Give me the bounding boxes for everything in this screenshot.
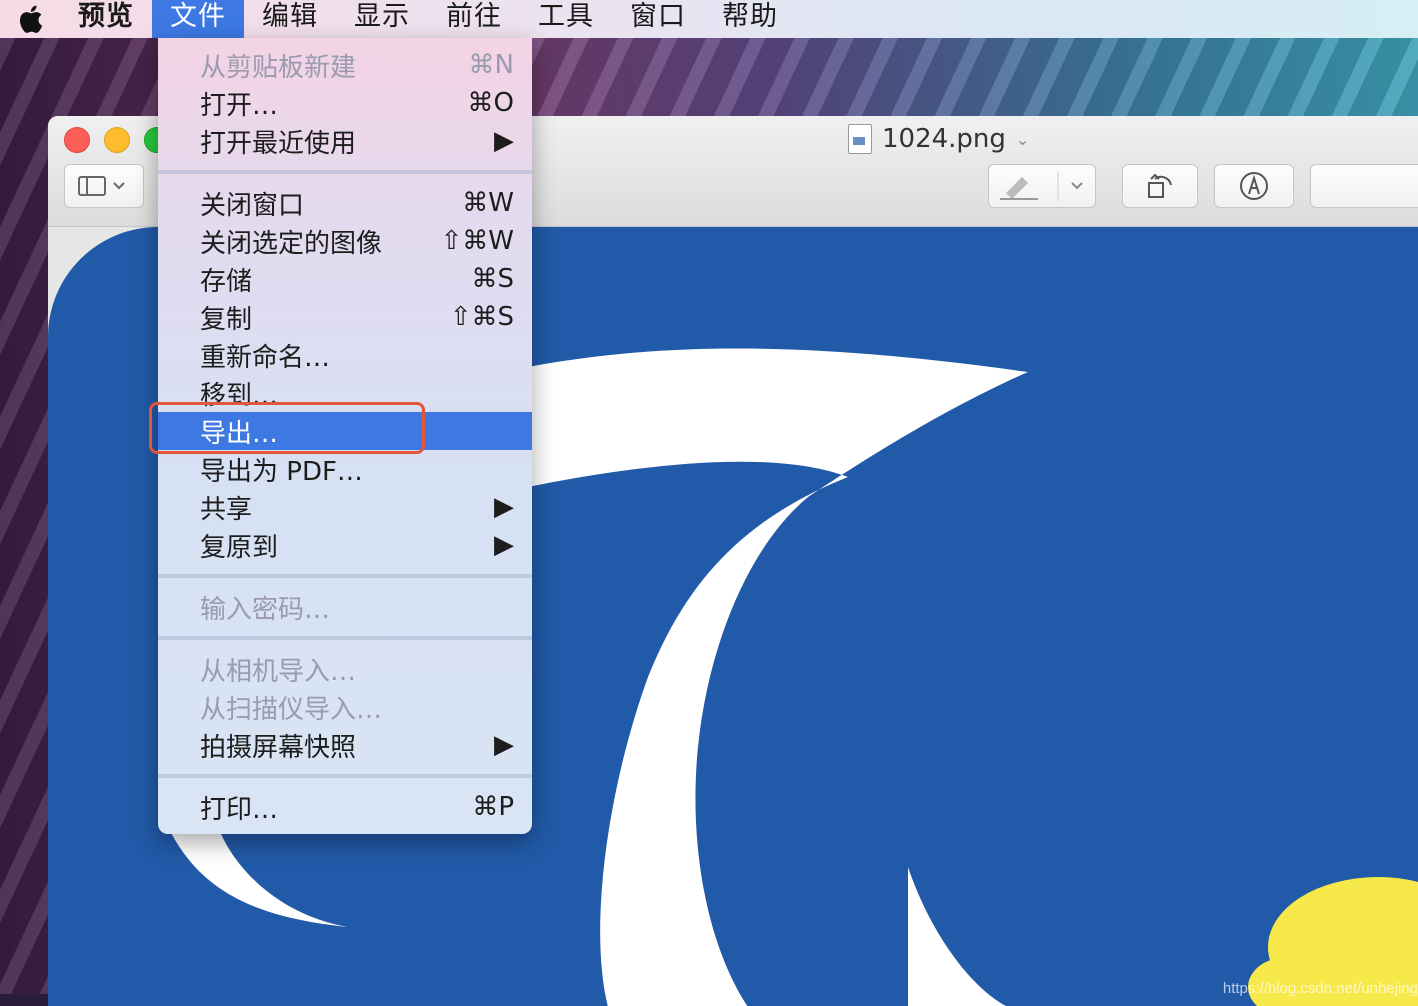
menu-item-shortcut: ⌘N	[468, 50, 514, 80]
sidebar-toggle-button[interactable]	[64, 164, 144, 208]
highlighter-icon	[1000, 171, 1083, 201]
menu-item-close-selected-images[interactable]: 关闭选定的图像 ⇧⌘W	[158, 222, 532, 260]
menu-separator	[158, 170, 532, 174]
menu-item-import-from-camera: 从相机导入…	[158, 650, 532, 688]
menu-window[interactable]: 窗口	[612, 0, 704, 38]
menu-item-rename[interactable]: 重新命名…	[158, 336, 532, 374]
submenu-arrow-icon: ▶	[494, 730, 514, 760]
search-field-partial[interactable]	[1310, 164, 1418, 208]
document-title-text: 1024.png	[882, 124, 1006, 154]
menu-item-label: 从剪贴板新建	[200, 52, 357, 83]
menu-item-label: 从相机导入…	[200, 656, 357, 687]
menu-bar: 预览 文件 编辑 显示 前往 工具 窗口 帮助	[0, 0, 1418, 38]
menu-go[interactable]: 前往	[428, 0, 520, 38]
menu-item-revert-to[interactable]: 复原到 ▶	[158, 526, 532, 564]
menu-item-label: 从扫描仪导入…	[200, 694, 383, 725]
submenu-arrow-icon: ▶	[494, 126, 514, 156]
menu-item-label: 重新命名…	[200, 342, 331, 373]
menu-item-label: 复原到	[200, 532, 279, 563]
menu-item-open-recent[interactable]: 打开最近使用 ▶	[158, 122, 532, 160]
menu-item-shortcut: ⇧⌘W	[440, 226, 515, 256]
menu-edit[interactable]: 编辑	[244, 0, 336, 38]
close-window-button[interactable]	[64, 127, 90, 153]
menu-item-label: 复制	[200, 304, 253, 335]
rotate-icon	[1148, 173, 1172, 198]
menu-separator	[158, 574, 532, 578]
menu-item-import-from-scanner: 从扫描仪导入…	[158, 688, 532, 726]
menu-item-open[interactable]: 打开… ⌘O	[158, 84, 532, 122]
menu-item-close-window[interactable]: 关闭窗口 ⌘W	[158, 184, 532, 222]
document-icon	[848, 124, 872, 154]
menu-tools[interactable]: 工具	[520, 0, 612, 38]
menu-item-label: 打开最近使用	[200, 128, 357, 159]
rotate-button[interactable]	[1122, 164, 1198, 208]
menu-item-shortcut: ⌘O	[467, 88, 514, 118]
minimize-window-button[interactable]	[104, 127, 130, 153]
watermark-text: https://blog.csdn.net/unhejing	[1222, 980, 1418, 997]
document-title[interactable]: 1024.png ⌄	[848, 122, 1029, 156]
menu-item-shortcut: ⌘S	[471, 264, 514, 294]
menu-item-shortcut: ⌘P	[472, 792, 514, 822]
menu-item-duplicate[interactable]: 复制 ⇧⌘S	[158, 298, 532, 336]
menu-item-label: 导出为 PDF…	[200, 456, 363, 487]
menu-item-label: 打开…	[200, 90, 279, 121]
menu-item-label: 拍摄屏幕快照	[200, 732, 357, 763]
menu-item-label: 关闭选定的图像	[200, 228, 383, 259]
menu-item-enter-password: 输入密码…	[158, 588, 532, 626]
menu-app-preview[interactable]: 预览	[60, 0, 152, 38]
menu-item-export-as-pdf[interactable]: 导出为 PDF…	[158, 450, 532, 488]
menu-help[interactable]: 帮助	[704, 0, 796, 38]
menu-item-label: 关闭窗口	[200, 190, 305, 221]
submenu-arrow-icon: ▶	[494, 530, 514, 560]
menu-separator	[158, 636, 532, 640]
menu-item-label: 存储	[200, 266, 253, 297]
menu-separator	[158, 774, 532, 778]
menu-file[interactable]: 文件	[152, 0, 244, 38]
menu-item-share[interactable]: 共享 ▶	[158, 488, 532, 526]
annotation-highlight-box	[149, 402, 425, 454]
highlight-button[interactable]	[988, 164, 1096, 208]
menu-item-print[interactable]: 打印… ⌘P	[158, 788, 532, 826]
menu-item-label: 共享	[200, 494, 253, 525]
menu-item-label: 打印…	[200, 794, 279, 825]
menu-item-take-screenshot[interactable]: 拍摄屏幕快照 ▶	[158, 726, 532, 764]
menu-item-label: 输入密码…	[200, 594, 331, 625]
apple-icon[interactable]	[0, 0, 60, 38]
markup-icon	[1240, 172, 1268, 200]
submenu-arrow-icon: ▶	[494, 492, 514, 522]
markup-button[interactable]	[1214, 164, 1294, 208]
menu-item-shortcut: ⌘W	[462, 188, 514, 218]
menu-item-save[interactable]: 存储 ⌘S	[158, 260, 532, 298]
chevron-down-icon: ⌄	[1015, 129, 1030, 149]
menu-item-new-from-clipboard: 从剪贴板新建 ⌘N	[158, 46, 532, 84]
sidebar-icon	[78, 176, 125, 196]
menu-item-shortcut: ⇧⌘S	[449, 302, 514, 332]
menu-view[interactable]: 显示	[336, 0, 428, 38]
